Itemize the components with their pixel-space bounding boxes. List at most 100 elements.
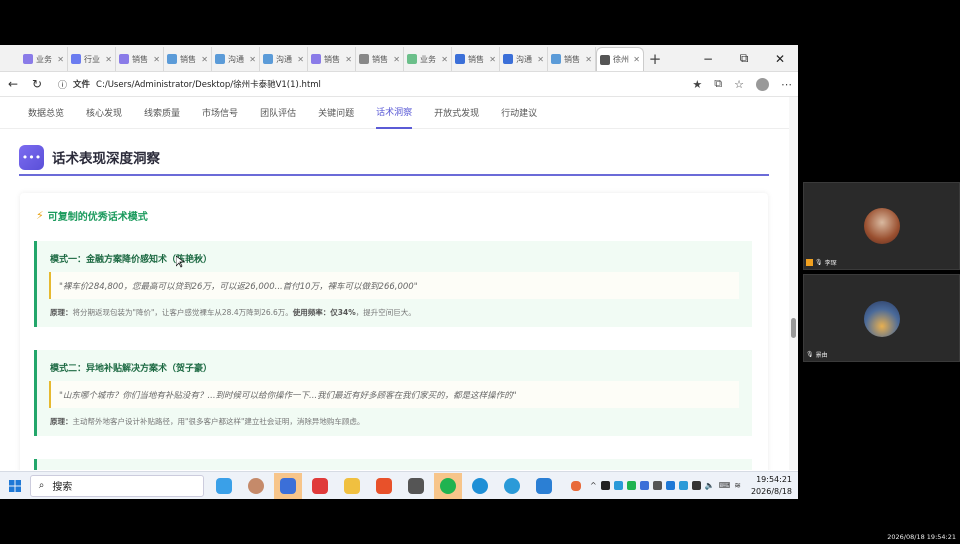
tab-favicon-icon (551, 54, 561, 64)
maximize-button[interactable]: ⧉ (726, 45, 762, 72)
edge-app[interactable] (466, 473, 494, 499)
browser-tab[interactable]: 徐州 ✕ (596, 47, 644, 71)
wps-app[interactable] (306, 473, 334, 499)
volume-icon[interactable]: 🔈 (705, 481, 715, 490)
close-tab-icon[interactable]: ✕ (57, 55, 64, 64)
address-bar[interactable]: ⓘ 文件 C:/Users/Administrator/Desktop/徐州卡泰… (54, 74, 682, 94)
browser-tab[interactable]: 销售 ✕ (356, 47, 404, 71)
back-button[interactable]: ← (6, 77, 20, 91)
tray-app-icon[interactable] (626, 481, 636, 490)
tray-app-icon[interactable] (639, 481, 649, 490)
card-title-text: 可复制的优秀话术模式 (47, 212, 148, 223)
browser-tab[interactable]: 销售 ✕ (548, 47, 596, 71)
network-icon[interactable]: ≋ (734, 481, 741, 490)
close-tab-icon[interactable]: ✕ (201, 55, 208, 64)
start-button[interactable] (0, 479, 30, 492)
section-nav-item[interactable]: 市场信号 (202, 97, 238, 129)
close-tab-icon[interactable]: ✕ (537, 55, 544, 64)
close-tab-icon[interactable]: ✕ (393, 55, 400, 64)
favorite-star-icon[interactable]: ★ (692, 78, 702, 91)
close-tab-icon[interactable]: ✕ (633, 55, 640, 64)
close-tab-icon[interactable]: ✕ (105, 55, 112, 64)
minimize-button[interactable]: − (690, 45, 726, 72)
tray-app-icon[interactable] (613, 481, 623, 490)
tab-favicon-icon (167, 54, 177, 64)
tab-label: 沟通 (276, 54, 292, 64)
section-nav-item[interactable]: 线索质量 (144, 97, 180, 129)
profile-avatar[interactable] (756, 77, 769, 91)
wps-tray-app[interactable] (562, 473, 590, 499)
tab-label: 业务 (36, 54, 52, 64)
close-tab-icon[interactable]: ✕ (297, 55, 304, 64)
browser-tab[interactable]: 沟通 ✕ (500, 47, 548, 71)
close-window-button[interactable]: ✕ (762, 45, 798, 72)
reload-button[interactable]: ↻ (30, 77, 44, 91)
tray-app-icon[interactable] (678, 481, 688, 490)
section-nav-item[interactable]: 关键问题 (318, 97, 354, 129)
keyboard-icon[interactable]: ⌨ (719, 481, 731, 490)
section-nav-item[interactable]: 开放式发现 (434, 97, 479, 129)
browser-tab[interactable]: 沟通 ✕ (260, 47, 308, 71)
tray-up-icon[interactable]: ^ (590, 481, 597, 490)
extensions-icon[interactable]: ⧉ (714, 77, 722, 91)
task-view-app[interactable] (210, 473, 238, 499)
video-tile-1[interactable]: 🎙 李琛 (803, 182, 960, 270)
section-nav-item[interactable]: 核心发现 (86, 97, 122, 129)
close-tab-icon[interactable]: ✕ (345, 55, 352, 64)
close-tab-icon[interactable]: ✕ (249, 55, 256, 64)
taskbar: ⌕ 搜索 ^ 🔈 ⌨ ≋ 19:54:21 2026/8/18 (0, 471, 798, 499)
timestamp-overlay: 2026/08/18 19:54:21 (887, 533, 956, 541)
section-nav-item[interactable]: 数据总览 (28, 97, 64, 129)
close-tab-icon[interactable]: ✕ (153, 55, 160, 64)
wechat-app[interactable] (434, 472, 463, 499)
more-menu-icon[interactable]: ⋯ (781, 78, 792, 91)
section-nav-item[interactable]: 行动建议 (501, 97, 537, 129)
browser-window: 业务 ✕ 行业 ✕ 销售 ✕ 销售 ✕ 沟通 ✕ 沟通 ✕ 销售 ✕ 销售 ✕ 业务 ✕ 销售 ✕ 沟通 ✕ 销售 ✕ 徐州 ✕ … (0, 45, 798, 471)
close-tab-icon[interactable]: ✕ (489, 55, 496, 64)
window-controls: − ⧉ ✕ (690, 45, 798, 72)
tab-favicon-icon (407, 54, 417, 64)
page-scrollbar[interactable] (789, 97, 798, 470)
collections-icon[interactable]: ☆ (734, 78, 744, 91)
calculator-app[interactable] (402, 473, 430, 499)
tab-bar: 业务 ✕ 行业 ✕ 销售 ✕ 销售 ✕ 沟通 ✕ 沟通 ✕ 销售 ✕ 销售 ✕ 业务 ✕ 销售 ✕ 沟通 ✕ 销售 ✕ 徐州 ✕ … (0, 45, 798, 72)
tray-app-icon[interactable] (665, 481, 675, 490)
close-tab-icon[interactable]: ✕ (441, 55, 448, 64)
feishu-app[interactable] (274, 472, 303, 499)
browser-tab[interactable]: 销售 ✕ (308, 47, 356, 71)
video-tile-2[interactable]: 🎙 景由 (803, 274, 960, 362)
new-tab-button[interactable]: + (644, 47, 666, 71)
pattern-title: 模式二：异地补贴解决方案术（贺子豪） (50, 364, 213, 374)
section-header: ••• 话术表现深度洞察 (19, 140, 769, 176)
url-text[interactable]: C:/Users/Administrator/Desktop/徐州卡泰驰V1(1… (96, 78, 321, 90)
tab-label: 销售 (132, 54, 148, 64)
section-nav-item[interactable]: 话术洞察 (376, 97, 413, 129)
search-icon: ⌕ (38, 480, 45, 491)
tray-app-icon[interactable] (600, 481, 610, 490)
tray-app-icon[interactable] (652, 481, 662, 490)
browser-tab[interactable]: 销售 ✕ (164, 47, 212, 71)
photos-app[interactable] (530, 473, 558, 499)
tab-favicon-icon (311, 54, 321, 64)
browser-tab[interactable]: 业务 ✕ (404, 47, 452, 71)
browser-tab[interactable]: 销售 ✕ (452, 47, 500, 71)
browser-tab[interactable]: 行业 ✕ (68, 47, 116, 71)
chat-app[interactable] (498, 473, 526, 499)
section-nav-item[interactable]: 团队评估 (260, 97, 296, 129)
close-tab-icon[interactable]: ✕ (585, 55, 592, 64)
taskbar-search[interactable]: ⌕ 搜索 (29, 474, 205, 497)
tab-favicon-icon (503, 54, 513, 64)
browser-tab[interactable]: 销售 ✕ (116, 47, 164, 71)
browser-tab[interactable]: 沟通 ✕ (212, 47, 260, 71)
tab-favicon-icon (215, 54, 225, 64)
scrollbar-thumb[interactable] (791, 318, 796, 338)
pattern-card-1: 模式一：金融方案降价感知术（陈艳秋） "裸车价284,800，您最高可以贷到26… (34, 241, 752, 327)
file-explorer-app[interactable] (338, 473, 366, 499)
user-app[interactable] (242, 473, 270, 499)
clock[interactable]: 19:54:21 2026/8/18 (751, 474, 792, 498)
wps-office-app[interactable] (370, 473, 398, 499)
tab-label: 沟通 (228, 54, 244, 64)
browser-tab[interactable]: 业务 ✕ (20, 47, 68, 71)
info-icon[interactable]: ⓘ (58, 78, 67, 91)
battery-icon[interactable] (691, 481, 701, 490)
